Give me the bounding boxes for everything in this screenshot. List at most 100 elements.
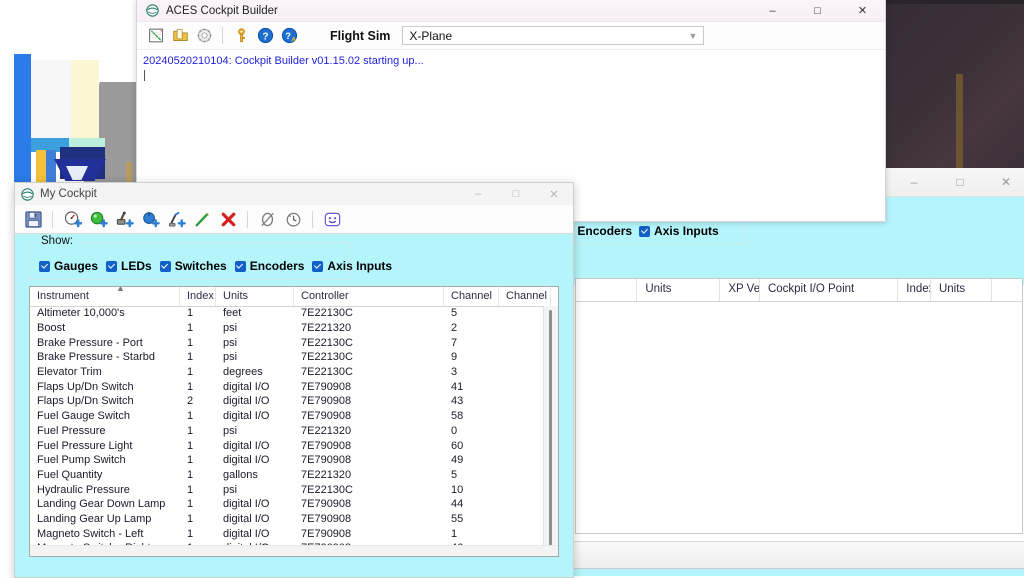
add-switch-icon[interactable]: [112, 207, 136, 231]
main-minimize-button[interactable]: –: [750, 0, 795, 21]
flight-sim-select[interactable]: X-Plane ▼: [402, 26, 705, 45]
instrument-table[interactable]: Instrument Index Units Controller Channe…: [29, 286, 559, 557]
new-document-icon[interactable]: [145, 25, 167, 47]
back-col-end[interactable]: [992, 279, 1022, 301]
table-row[interactable]: Elevator Trim 1 degrees 7E22130C 3: [30, 365, 558, 380]
svg-text:?: ?: [262, 31, 268, 42]
table-header-row[interactable]: Instrument Index Units Controller Channe…: [30, 287, 558, 307]
cell-index: 1: [187, 424, 194, 437]
add-led-icon[interactable]: [86, 207, 110, 231]
cell-instrument: Elevator Trim: [37, 366, 102, 379]
back-close-button[interactable]: ✕: [983, 168, 1024, 196]
cell-index: 1: [187, 527, 194, 540]
back-col-cockpit-io-point[interactable]: Cockpit I/O Point: [760, 279, 899, 301]
column-header-index[interactable]: Index: [180, 287, 216, 306]
back-col-units-2[interactable]: Units: [931, 279, 993, 301]
cell-channel: 7: [451, 336, 458, 349]
cell-channel: 49: [451, 454, 464, 467]
key-icon[interactable]: [230, 25, 252, 47]
column-header-instrument[interactable]: Instrument: [30, 287, 180, 306]
delete-icon[interactable]: [216, 207, 240, 231]
filter-leds[interactable]: LEDs: [106, 259, 152, 273]
main-maximize-button[interactable]: □: [795, 0, 840, 21]
back-table-header-row[interactable]: Units XP Ver Cockpit I/O Point Index Uni…: [576, 279, 1022, 302]
table-row[interactable]: Hydraulic Pressure 1 psi 7E22130C 10: [30, 482, 558, 497]
table-row[interactable]: Fuel Pressure 1 psi 7E221320 0: [30, 424, 558, 439]
main-close-button[interactable]: ✕: [840, 0, 885, 21]
table-row[interactable]: Magneto Switch - Left 1 digital I/O 7E79090…: [30, 526, 558, 541]
cockpit-maximize-button[interactable]: □: [497, 183, 535, 205]
back-col-xp-ver[interactable]: XP Ver: [720, 279, 760, 301]
cockpit-toolbar[interactable]: [15, 205, 573, 234]
filter-encoders[interactable]: Encoders: [234, 259, 304, 273]
add-axis-input-icon[interactable]: [164, 207, 188, 231]
table-row[interactable]: Brake Pressure - Starbd 1 psi 7E22130C 9: [30, 350, 558, 365]
chevron-down-icon[interactable]: ▼: [689, 31, 698, 41]
filter-switches[interactable]: Switches: [159, 259, 227, 273]
table-row[interactable]: Landing Gear Down Lamp 1 digital I/O 7E7909…: [30, 497, 558, 512]
scrollbar-thumb[interactable]: [549, 310, 552, 556]
flight-sim-selected-value: X-Plane: [409, 28, 453, 43]
edit-pencil-icon[interactable]: [190, 207, 214, 231]
disable-icon[interactable]: [255, 207, 279, 231]
cockpit-close-button[interactable]: ✕: [535, 183, 573, 205]
back-window-controls[interactable]: – □ ✕: [891, 168, 1024, 196]
table-row[interactable]: Landing Gear Up Lamp 1 digital I/O 7E790908…: [30, 512, 558, 527]
column-header-channel[interactable]: Channel: [444, 287, 499, 306]
test-clock-icon[interactable]: [281, 207, 305, 231]
my-cockpit-window[interactable]: My Cockpit – □ ✕ Show: Gauges LEDs Switc…: [14, 182, 574, 578]
back-col-blank[interactable]: [576, 279, 638, 301]
cell-index: 1: [187, 454, 194, 467]
help-icon[interactable]: ?: [254, 25, 276, 47]
add-encoder-icon[interactable]: [138, 207, 162, 231]
column-header-units[interactable]: Units: [216, 287, 294, 306]
cockpit-minimize-button[interactable]: –: [459, 183, 497, 205]
back-maximize-button[interactable]: □: [937, 168, 983, 196]
table-horizontal-scrollbar[interactable]: [30, 545, 558, 556]
cockpit-io-mapping-window[interactable]: – □ ✕ es Encoders Axis Inputs: [542, 168, 1024, 569]
log-output-area[interactable]: 20240520210104: Cockpit Builder v01.15.0…: [137, 50, 885, 81]
cockpit-window-controls[interactable]: – □ ✕: [459, 183, 573, 205]
table-row[interactable]: Brake Pressure - Port 1 psi 7E22130C 7: [30, 335, 558, 350]
main-titlebar[interactable]: ACES Cockpit Builder – □ ✕: [137, 0, 885, 22]
table-row[interactable]: Fuel Pump Switch 1 digital I/O 7E790908 49: [30, 453, 558, 468]
cockpit-titlebar[interactable]: My Cockpit – □ ✕: [15, 183, 573, 205]
save-icon[interactable]: [21, 207, 45, 231]
table-body[interactable]: Altimeter 10,000's 1 feet 7E22130C 5 Boost 1 ps…: [30, 306, 558, 546]
back-window-table[interactable]: Units XP Ver Cockpit I/O Point Index Uni…: [575, 278, 1023, 534]
table-row[interactable]: Fuel Pressure Light 1 digital I/O 7E790908 6…: [30, 438, 558, 453]
main-toolbar[interactable]: ? ? A Flight Sim X-Plane ▼: [137, 22, 885, 50]
table-row[interactable]: Altimeter 10,000's 1 feet 7E22130C 5: [30, 306, 558, 321]
column-header-controller[interactable]: Controller: [294, 287, 444, 306]
open-folder-icon[interactable]: [169, 25, 191, 47]
column-header-channel-2[interactable]: Channel: [499, 287, 551, 306]
about-icon[interactable]: ? A: [278, 25, 300, 47]
table-row[interactable]: Fuel Gauge Switch 1 digital I/O 7E790908 58: [30, 409, 558, 424]
cell-units: digital I/O: [223, 498, 270, 511]
table-vertical-scrollbar[interactable]: [543, 306, 558, 556]
show-filter-checkbox-row[interactable]: Gauges LEDs Switches Encoders Axis Input…: [39, 259, 392, 273]
filter-axis-inputs[interactable]: Axis Inputs: [312, 259, 392, 273]
filter-gauges[interactable]: Gauges: [39, 259, 98, 273]
settings-gear-icon[interactable]: [193, 25, 215, 47]
cell-channel: 3: [451, 366, 458, 379]
table-row[interactable]: Flaps Up/Dn Switch 1 digital I/O 7E790908 41: [30, 379, 558, 394]
back-col-units[interactable]: Units: [637, 279, 721, 301]
checkbox-checked-icon[interactable]: [39, 260, 50, 272]
back-filter-axis-inputs[interactable]: Axis Inputs: [639, 224, 719, 238]
cell-index: 1: [187, 410, 194, 423]
cell-instrument: Fuel Pressure: [37, 424, 106, 437]
checkbox-checked-icon[interactable]: [106, 260, 118, 272]
table-row[interactable]: Fuel Quantity 1 gallons 7E221320 5: [30, 468, 558, 483]
table-row[interactable]: Boost 1 psi 7E221320 2: [30, 321, 558, 336]
back-col-index[interactable]: Index: [898, 279, 931, 301]
checkbox-checked-icon[interactable]: [639, 225, 651, 237]
checkbox-checked-icon[interactable]: [234, 260, 246, 272]
add-gauge-icon[interactable]: [60, 207, 84, 231]
checkbox-checked-icon[interactable]: [159, 260, 171, 272]
main-window-controls[interactable]: – □ ✕: [750, 0, 885, 21]
smiley-icon[interactable]: [320, 207, 344, 231]
back-minimize-button[interactable]: –: [891, 168, 937, 196]
table-row[interactable]: Flaps Up/Dn Switch 2 digital I/O 7E790908 43: [30, 394, 558, 409]
checkbox-checked-icon[interactable]: [312, 260, 324, 272]
